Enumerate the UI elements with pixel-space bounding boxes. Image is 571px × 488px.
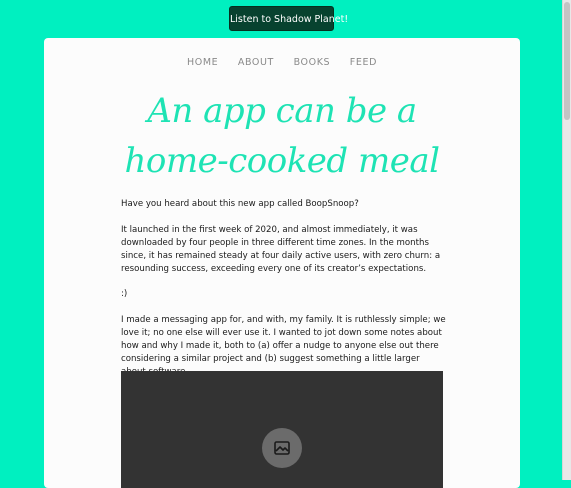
scrollbar-thumb[interactable] bbox=[564, 2, 570, 120]
post-title: An app can be a home-cooked meal bbox=[44, 86, 520, 186]
post-title-line-1: An app can be a bbox=[147, 91, 417, 131]
nav-feed[interactable]: FEED bbox=[350, 57, 377, 68]
video-embed[interactable] bbox=[121, 371, 443, 488]
video-play-button[interactable] bbox=[262, 428, 302, 468]
paragraph-intro: Have you heard about this new app called… bbox=[121, 199, 359, 209]
nav-about[interactable]: ABOUT bbox=[238, 57, 274, 68]
nav-books[interactable]: BOOKS bbox=[294, 57, 331, 68]
paragraph-smiley: :) bbox=[121, 289, 128, 300]
paragraph-messaging-app: I made a messaging app for, and with, my… bbox=[121, 315, 446, 377]
post-title-line-2: home-cooked meal bbox=[124, 141, 441, 181]
page-scrollbar[interactable] bbox=[562, 0, 571, 480]
main-nav: HOME ABOUT BOOKS FEED bbox=[44, 57, 520, 68]
paragraph-launch: It launched in the first week of 2020, a… bbox=[121, 224, 441, 274]
article-card: HOME ABOUT BOOKS FEED An app can be a ho… bbox=[44, 38, 520, 488]
listen-shadow-planet-button[interactable]: Listen to Shadow Planet! bbox=[229, 6, 348, 31]
nav-home[interactable]: HOME bbox=[187, 57, 218, 68]
image-placeholder-icon bbox=[274, 441, 290, 455]
post-body: Have you heard about this new app called… bbox=[121, 198, 446, 392]
